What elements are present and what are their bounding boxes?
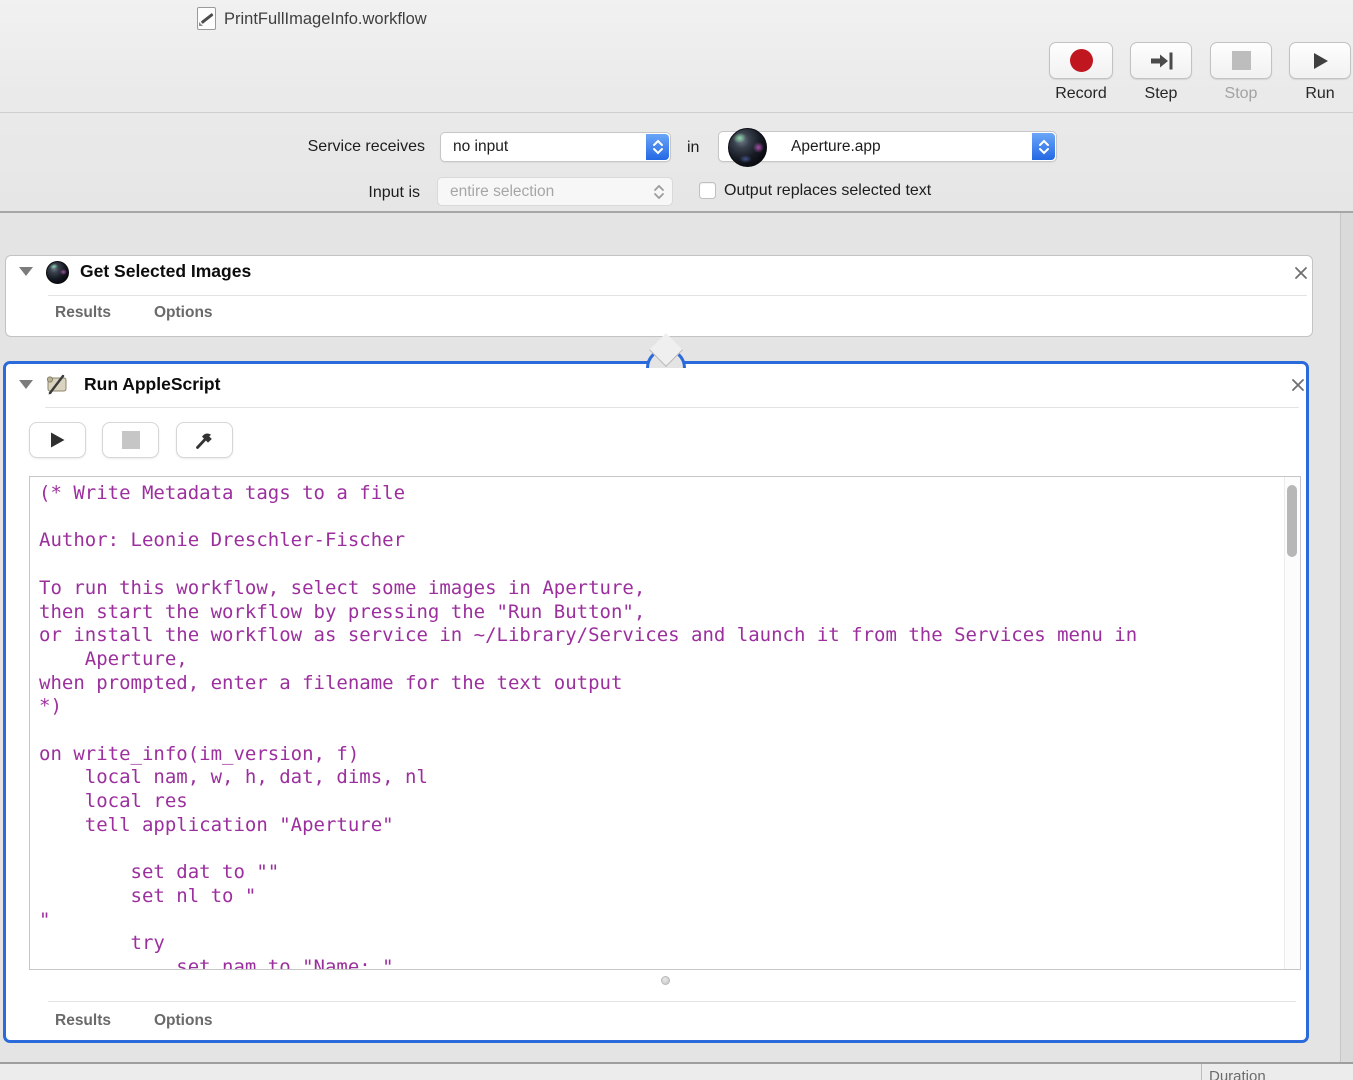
stop-icon — [1231, 51, 1251, 70]
workflow-doc-icon — [197, 7, 216, 30]
header-separator — [48, 295, 1307, 296]
tab-results[interactable]: Results — [55, 304, 111, 322]
service-receives-label: Service receives — [307, 138, 425, 155]
toolbar-separator — [0, 112, 1353, 113]
run-button[interactable] — [1289, 42, 1351, 79]
automator-window: PrintFullImageInfo.workflow Record Step … — [0, 0, 1353, 1080]
action-title: Run AppleScript — [84, 374, 221, 394]
script-run-button[interactable] — [29, 422, 86, 458]
application-popup[interactable]: Aperture.app — [718, 131, 1057, 162]
application-popup-value: Aperture.app — [791, 137, 881, 155]
run-icon — [1314, 52, 1328, 69]
applescript-code[interactable]: (* Write Metadata tags to a file Author:… — [30, 477, 1300, 969]
close-icon — [1292, 379, 1304, 391]
compile-hammer-icon — [196, 433, 212, 449]
editor-resize-handle[interactable] — [661, 976, 670, 985]
output-replaces-label: Output replaces selected text — [724, 182, 932, 199]
disclosure-triangle-icon[interactable] — [19, 267, 33, 276]
tab-options[interactable]: Options — [154, 1012, 213, 1030]
in-label: in — [687, 139, 700, 156]
service-input-popup[interactable]: no input — [440, 132, 671, 162]
step-button-label: Step — [1144, 85, 1178, 102]
stop-icon — [121, 431, 140, 449]
header-separator — [45, 407, 1299, 408]
script-stop-button — [102, 422, 159, 458]
status-bar — [0, 1062, 1353, 1080]
record-icon — [1069, 49, 1093, 72]
input-is-label: Input is — [368, 184, 420, 201]
script-compile-button[interactable] — [176, 422, 233, 458]
window-title: PrintFullImageInfo.workflow — [224, 10, 427, 28]
duration-label: Duration — [1209, 1068, 1266, 1080]
stop-button — [1210, 42, 1272, 79]
lens-glint — [739, 154, 752, 164]
output-replaces-checkbox[interactable] — [699, 182, 716, 199]
input-is-popup: entire selection — [437, 177, 673, 206]
step-icon — [1150, 52, 1172, 69]
run-button-label: Run — [1305, 85, 1335, 102]
canvas-scrollbar[interactable] — [1340, 213, 1353, 1062]
lens-glint — [48, 263, 58, 271]
close-icon — [1295, 267, 1307, 279]
aperture-app-icon — [728, 128, 767, 167]
lens-glint — [732, 130, 748, 145]
record-button-label: Record — [1055, 85, 1107, 102]
tab-results[interactable]: Results — [55, 1012, 111, 1030]
aperture-icon — [46, 261, 69, 284]
step-button[interactable] — [1130, 42, 1192, 79]
lens-glint — [60, 269, 67, 276]
close-action-button[interactable] — [1294, 266, 1308, 285]
pen-glyph — [200, 12, 214, 24]
popup-stepper-icon — [1032, 133, 1055, 160]
window-chrome — [0, 0, 1353, 213]
applescript-code-editor[interactable]: (* Write Metadata tags to a file Author:… — [29, 476, 1301, 970]
popup-stepper-icon — [650, 178, 668, 205]
disclosure-triangle-icon[interactable] — [19, 380, 33, 389]
applescript-icon — [44, 372, 70, 401]
editor-scrollbar-track[interactable] — [1284, 477, 1300, 969]
action-title: Get Selected Images — [80, 261, 252, 281]
record-button[interactable] — [1049, 42, 1113, 79]
close-action-button[interactable] — [1291, 378, 1305, 397]
input-is-popup-value: entire selection — [450, 182, 555, 200]
tab-options[interactable]: Options — [154, 304, 213, 322]
service-input-popup-value: no input — [453, 138, 509, 155]
stop-button-label: Stop — [1224, 85, 1258, 102]
status-bar-divider — [1201, 1064, 1202, 1080]
popup-stepper-icon — [646, 134, 669, 160]
lens-glint — [752, 141, 764, 153]
footer-separator — [48, 1001, 1296, 1002]
play-icon — [51, 432, 65, 448]
editor-scrollbar-thumb[interactable] — [1287, 485, 1297, 557]
